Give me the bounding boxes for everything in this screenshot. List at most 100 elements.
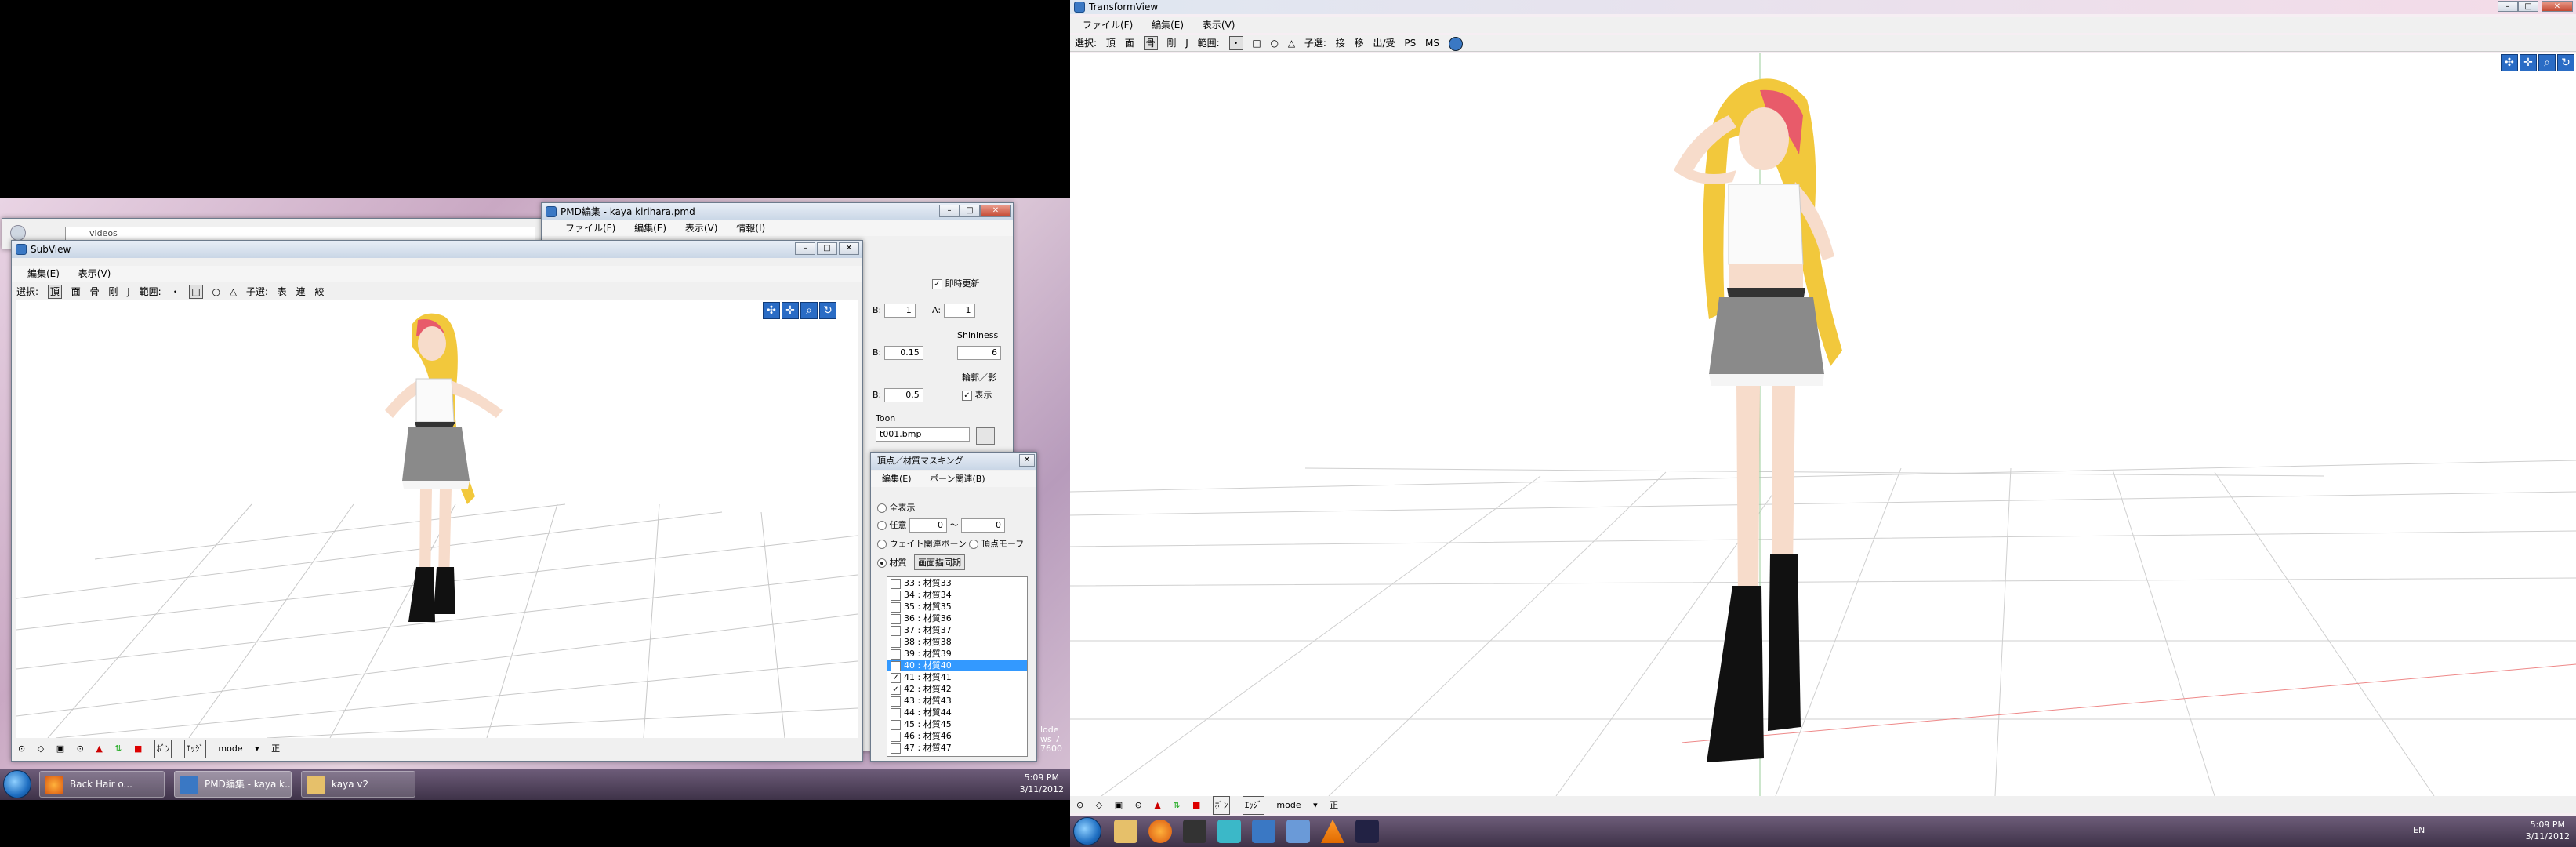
media-icon[interactable] — [1183, 820, 1206, 843]
color-square-icon[interactable]: ■ — [134, 740, 142, 758]
blue-field[interactable]: 1 — [883, 304, 916, 318]
menu-info[interactable]: 情報(I) — [736, 223, 765, 234]
masking-title-bar[interactable]: 頂点／材質マスキング ✕ — [871, 453, 1036, 470]
front-view-button[interactable]: 正 — [1330, 797, 1338, 814]
sync-button[interactable]: 画面描同期 — [914, 554, 965, 570]
child-ms[interactable]: MS — [1425, 35, 1439, 52]
start-button[interactable] — [3, 770, 31, 798]
menu-edit[interactable]: 編集(E) — [27, 268, 60, 279]
material-checkbox[interactable] — [891, 637, 901, 648]
material-list-item[interactable]: ✓ 42 : 材質42 — [887, 683, 1027, 695]
show-all-radio[interactable] — [877, 503, 887, 513]
view-zoom-icon[interactable]: ⌕ — [2538, 54, 2556, 71]
any-radio[interactable] — [877, 521, 887, 530]
edge-display-checkbox[interactable]: ✓ — [962, 390, 972, 401]
material-list-item[interactable]: 39 : 材質39 — [887, 648, 1027, 660]
material-list-item[interactable]: 47 : 材質47 — [887, 742, 1027, 754]
status-icon[interactable]: ⊙ — [77, 740, 84, 758]
maximize-button[interactable]: □ — [817, 242, 837, 255]
status-icon[interactable]: ⊙ — [18, 740, 25, 758]
close-button[interactable]: ✕ — [980, 205, 1011, 217]
material-checkbox[interactable]: ✓ — [891, 660, 901, 671]
material-checkbox[interactable] — [891, 707, 901, 718]
subview-3d-viewport[interactable]: ✣ ✛ ⌕ ↻ — [16, 300, 858, 738]
any-from-field[interactable]: 0 — [909, 518, 947, 533]
range-circle[interactable]: ○ — [1271, 35, 1279, 52]
specular-blue-field[interactable]: 0.15 — [883, 346, 923, 360]
bone-toggle[interactable]: ﾎﾞﾝ — [1212, 796, 1231, 815]
view-rotate-icon[interactable]: ↻ — [819, 302, 836, 319]
taskbar-item-browser[interactable]: Back Hair o... — [39, 771, 165, 798]
material-list-item[interactable]: 36 : 材質36 — [887, 613, 1027, 624]
material-list-item[interactable]: 37 : 材質37 — [887, 624, 1027, 636]
material-checkbox[interactable] — [891, 602, 901, 613]
material-list-item[interactable]: ✓ 41 : 材質41 — [887, 671, 1027, 683]
menu-bone[interactable]: ボーン関連(B) — [930, 474, 985, 484]
material-checkbox[interactable] — [891, 590, 901, 601]
menu-view[interactable]: 表示(V) — [78, 268, 111, 279]
pmd-title-bar[interactable]: PMD編集 - kaya kirihara.pmd – □ ✕ — [542, 203, 1013, 220]
maximize-button[interactable]: □ — [960, 205, 980, 217]
start-button[interactable] — [1073, 817, 1101, 845]
material-checkbox[interactable] — [891, 696, 901, 707]
minimize-button[interactable]: – — [939, 205, 960, 217]
material-list-item[interactable]: 38 : 材質38 — [887, 636, 1027, 648]
range-circle[interactable]: ○ — [212, 283, 220, 300]
toon-field[interactable]: t001.bmp — [876, 427, 970, 442]
clock[interactable]: 5:09 PM 3/11/2012 — [2526, 819, 2570, 842]
select-face[interactable]: 面 — [1125, 35, 1134, 52]
range-rect[interactable]: □ — [189, 285, 203, 299]
material-radio[interactable] — [877, 558, 887, 568]
material-list-item[interactable]: ✓ 40 : 材質40 — [887, 660, 1027, 671]
select-joint[interactable]: J — [127, 283, 130, 300]
view-move-icon[interactable]: ✣ — [2501, 54, 2518, 71]
shininess-field[interactable]: 6 — [957, 346, 1001, 360]
alpha-field[interactable]: 1 — [943, 304, 975, 318]
taskbar-item-folder[interactable]: kaya v2 — [301, 771, 415, 798]
subview-title-bar[interactable]: SubView – □ ✕ — [12, 241, 862, 258]
menu-file[interactable]: ファイル(F) — [1083, 20, 1133, 31]
child-connect[interactable]: 接 — [1336, 35, 1345, 52]
toon-browse-button[interactable] — [976, 427, 995, 445]
menu-file[interactable]: ファイル(F) — [565, 223, 615, 234]
material-checkbox[interactable]: ✓ — [891, 684, 901, 695]
select-bone[interactable]: 骨 — [90, 283, 100, 300]
mode-select[interactable]: mode ▾ — [218, 740, 259, 758]
color-square-icon[interactable]: ■ — [1192, 797, 1200, 814]
select-vertex[interactable]: 頂 — [1106, 35, 1116, 52]
transformview-3d-viewport[interactable]: ✣ ✛ ⌕ ↻ — [1070, 53, 2576, 796]
material-list-item[interactable]: 33 : 材質33 — [887, 577, 1027, 589]
select-face[interactable]: 面 — [71, 283, 81, 300]
vlc-icon[interactable] — [1321, 820, 1344, 843]
close-button[interactable]: ✕ — [1019, 454, 1035, 467]
material-list-item[interactable]: 35 : 材質35 — [887, 601, 1027, 613]
subview-window[interactable]: SubView – □ ✕ 編集(E) 表示(V) 選択: 頂 面 骨 剛 J … — [11, 240, 863, 762]
close-button[interactable]: ✕ — [2542, 1, 2573, 12]
close-button[interactable]: ✕ — [839, 242, 859, 255]
minimize-button[interactable]: – — [795, 242, 815, 255]
child-filter[interactable]: 絞 — [314, 283, 324, 300]
back-button[interactable] — [10, 225, 26, 241]
status-icon[interactable]: ▣ — [1115, 797, 1123, 814]
material-checkbox[interactable]: ✓ — [891, 672, 901, 683]
view-pan-icon[interactable]: ✛ — [782, 302, 799, 319]
select-vertex[interactable]: 頂 — [47, 285, 62, 299]
view-move-icon[interactable]: ✣ — [763, 302, 780, 319]
material-list-item[interactable]: 44 : 材質44 — [887, 707, 1027, 718]
arrows-icon[interactable]: ⇅ — [1173, 797, 1180, 814]
menu-edit[interactable]: 編集(E) — [1152, 20, 1184, 31]
taskbar-item-pmd[interactable]: PMD編集 - kaya k... — [174, 771, 292, 798]
camera-icon[interactable] — [1448, 36, 1463, 51]
range-point[interactable]: ・ — [1228, 36, 1243, 50]
vertex-morph-radio[interactable] — [969, 540, 979, 549]
transformview-title-bar[interactable]: TransformView – □ ✕ — [1070, 0, 2576, 14]
address-bar[interactable]: videos — [65, 227, 535, 241]
material-checkbox[interactable] — [891, 649, 901, 660]
material-list-item[interactable]: 46 : 材質46 — [887, 730, 1027, 742]
range-rect[interactable]: □ — [1252, 35, 1261, 52]
ambient-blue-field[interactable]: 0.5 — [883, 388, 923, 402]
clock[interactable]: 5:09 PM 3/11/2012 — [1020, 772, 1064, 795]
language-indicator[interactable]: EN — [2413, 825, 2425, 835]
range-point[interactable]: ・ — [171, 283, 180, 300]
material-list[interactable]: 33 : 材質33 34 : 材質34 35 : 材質35 36 : 材質36 37 :… — [887, 576, 1028, 757]
